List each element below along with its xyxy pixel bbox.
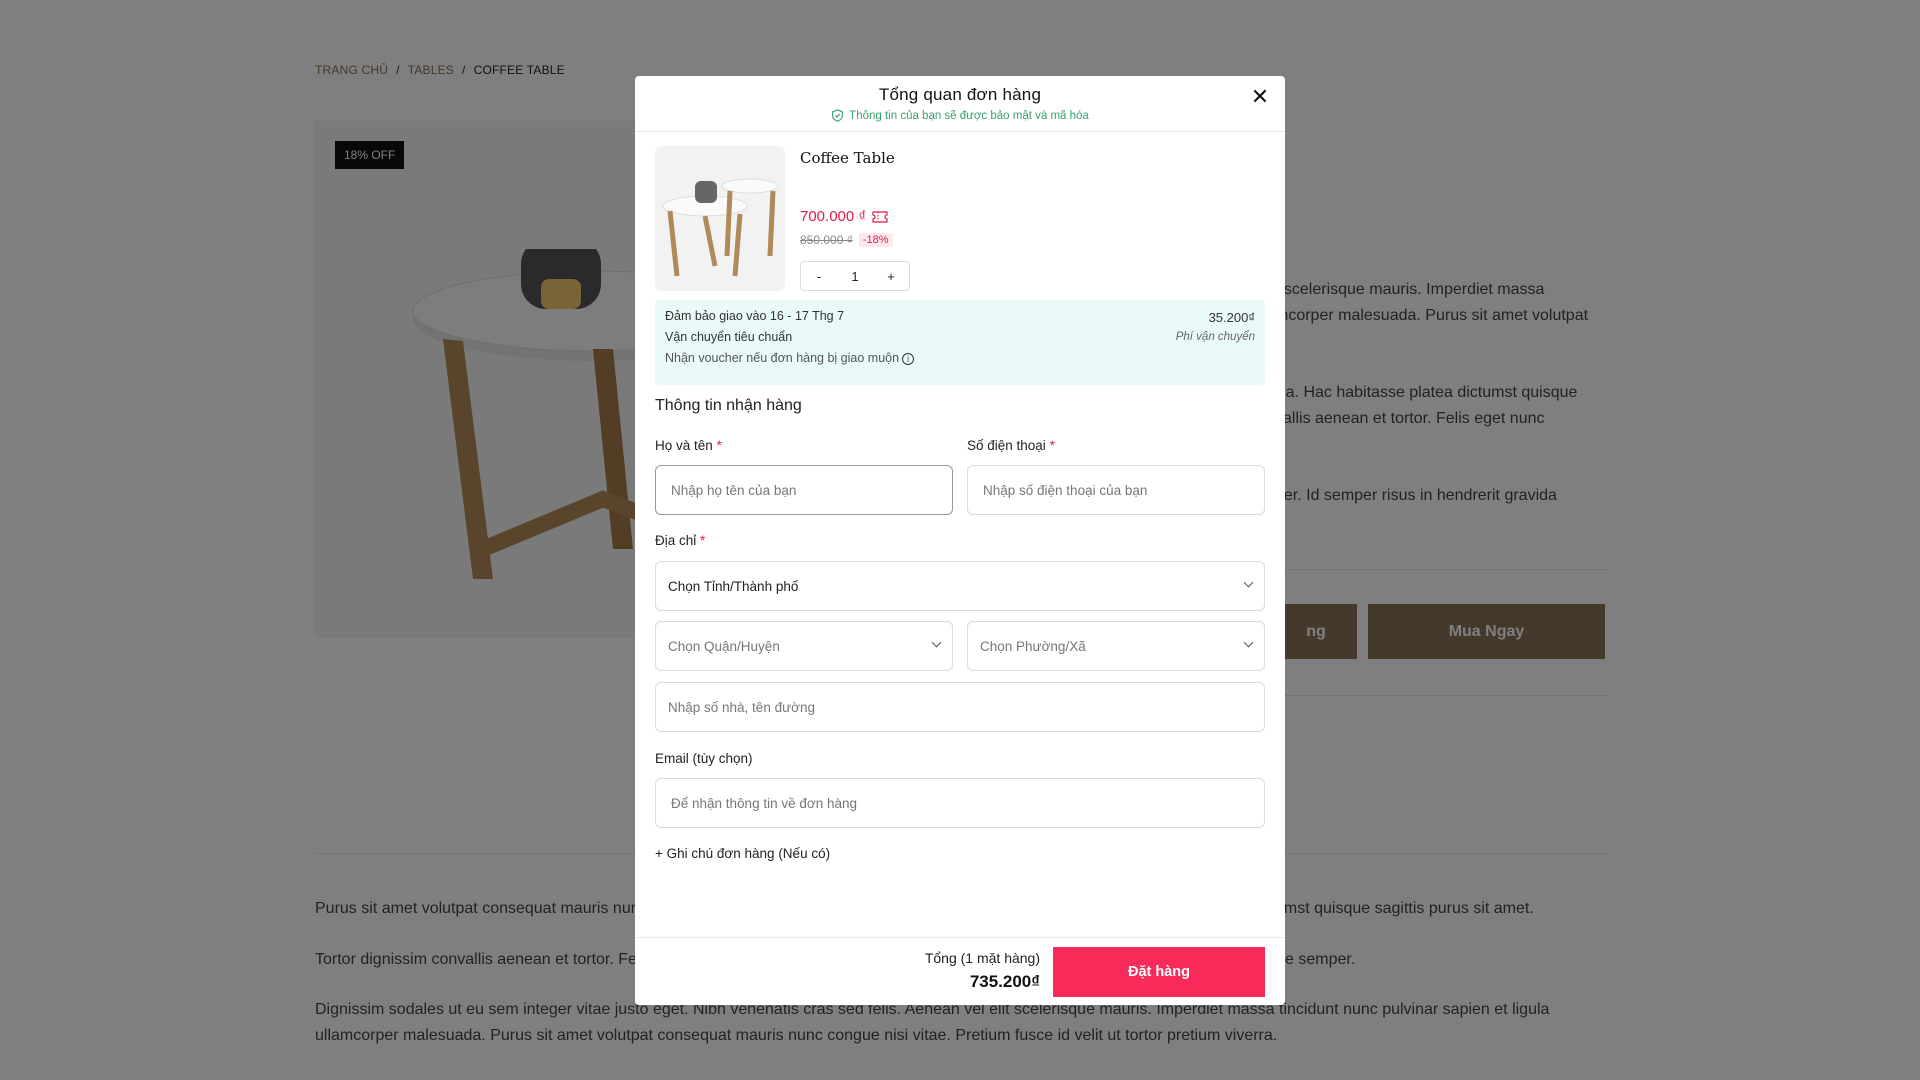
shield-check-icon xyxy=(832,109,844,122)
name-label: Họ và tên * xyxy=(655,438,722,453)
original-price-row: 850.000 ₫ -18% xyxy=(800,233,893,247)
email-input[interactable]: Để nhận thông tin về đơn hàng xyxy=(655,778,1265,828)
modal-header: Tổng quan đơn hàng Thông tin của bạn sẽ … xyxy=(635,76,1285,132)
chevron-down-icon xyxy=(1243,637,1254,648)
required-mark: * xyxy=(700,533,706,548)
order-summary-modal: Tổng quan đơn hàng Thông tin của bạn sẽ … xyxy=(635,76,1285,1005)
address-label-text: Địa chỉ xyxy=(655,533,697,548)
required-mark: * xyxy=(1049,438,1055,453)
info-icon[interactable]: i xyxy=(902,352,915,365)
shipping-fee: 35.200₫ Phí vận chuyển xyxy=(1176,310,1255,343)
district-select[interactable]: Chọn Quận/Huyện xyxy=(655,621,953,671)
delivery-guarantee: Đảm bảo giao vào 16 - 17 Thg 7 xyxy=(665,309,845,323)
close-icon[interactable]: ✕ xyxy=(1249,86,1271,108)
name-label-text: Họ và tên xyxy=(655,438,713,453)
email-placeholder: Để nhận thông tin về đơn hàng xyxy=(671,795,857,811)
voucher-note-text: Nhận voucher nếu đơn hàng bị giao muộn xyxy=(665,351,900,365)
place-order-button[interactable]: Đặt hàng xyxy=(1053,947,1265,997)
chevron-down-icon xyxy=(1243,577,1254,588)
phone-label-text: Số điện thoại xyxy=(967,438,1046,453)
order-item: Coffee Table 700.000 ₫ 850.000 ₫ -18% - … xyxy=(655,146,1265,296)
total-label: Tổng (1 mặt hàng) xyxy=(924,950,1040,966)
product-name: Coffee Table xyxy=(800,149,895,167)
price-value: 700.000 ₫ xyxy=(800,208,867,225)
required-mark: * xyxy=(716,438,722,453)
product-price: 700.000 ₫ xyxy=(800,208,888,225)
product-thumbnail xyxy=(655,146,785,291)
voucher-note: Nhận voucher nếu đơn hàng bị giao muộn i xyxy=(665,351,1255,365)
shipping-method: Vận chuyển tiêu chuẩn xyxy=(665,330,793,344)
province-value: Chọn Tỉnh/Thành phố xyxy=(668,578,799,594)
discount-badge: -18% xyxy=(858,233,893,247)
email-label: Email (tùy chọn) xyxy=(655,751,753,766)
name-input[interactable]: Nhập họ tên của bạn xyxy=(655,465,953,515)
phone-label: Số điện thoại * xyxy=(967,438,1055,453)
ward-value: Chọn Phường/Xã xyxy=(980,638,1086,654)
add-order-note-link[interactable]: + Ghi chú đơn hàng (Nếu có) xyxy=(655,846,830,861)
original-price: 850.000 ₫ xyxy=(800,233,853,247)
ward-select[interactable]: Chọn Phường/Xã xyxy=(967,621,1265,671)
total-value: 735.200₫ xyxy=(969,972,1040,991)
shipping-fee-amount: 35.200₫ xyxy=(1208,310,1255,325)
modal-title: Tổng quan đơn hàng xyxy=(878,85,1042,104)
qty-increase-button[interactable]: + xyxy=(873,269,909,284)
qty-value[interactable]: 1 xyxy=(837,269,873,284)
street-placeholder: Nhập số nhà, tên đường xyxy=(668,699,815,715)
province-select[interactable]: Chọn Tỉnh/Thành phố xyxy=(655,561,1265,611)
name-placeholder: Nhập họ tên của bạn xyxy=(671,482,797,498)
address-label: Địa chỉ * xyxy=(655,533,705,548)
secure-note-text: Thông tin của bạn sẽ được bảo mật và mã … xyxy=(849,109,1089,122)
shipping-info: Đảm bảo giao vào 16 - 17 Thg 7 Vận chuyể… xyxy=(655,300,1265,385)
modal-footer: Tổng (1 mặt hàng) 735.200₫ Đặt hàng xyxy=(635,937,1285,1005)
street-input[interactable]: Nhập số nhà, tên đường xyxy=(655,682,1265,732)
quantity-stepper: - 1 + xyxy=(800,261,910,291)
phone-placeholder: Nhập số điện thoại của bạn xyxy=(983,482,1148,498)
district-value: Chọn Quận/Huyện xyxy=(668,638,780,654)
section-title: Thông tin nhận hàng xyxy=(655,397,802,414)
ticket-icon xyxy=(872,210,888,223)
qty-decrease-button[interactable]: - xyxy=(801,269,837,284)
secure-note: Thông tin của bạn sẽ được bảo mật và mã … xyxy=(635,109,1285,122)
chevron-down-icon xyxy=(931,637,942,648)
shipping-fee-label: Phí vận chuyển xyxy=(1175,331,1255,343)
phone-input[interactable]: Nhập số điện thoại của bạn xyxy=(967,465,1265,515)
